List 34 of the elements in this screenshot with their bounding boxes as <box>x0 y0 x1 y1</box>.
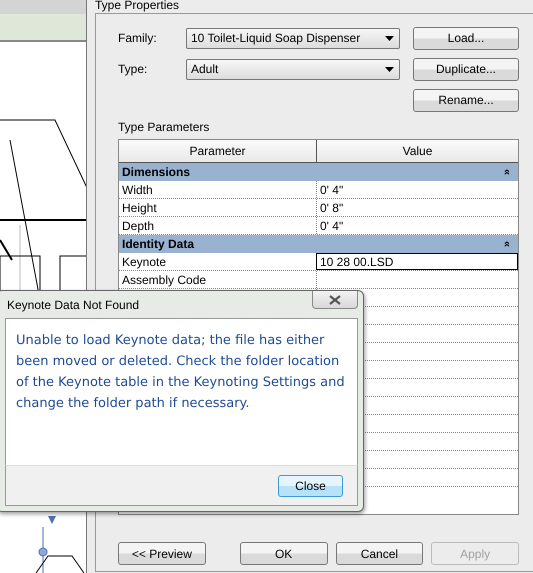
value-cell[interactable]: 10 28 00.LSD <box>316 253 518 270</box>
collapse-icon: « <box>500 240 513 248</box>
rename-button[interactable]: Rename... <box>413 88 519 112</box>
caret-icon <box>385 36 394 40</box>
section-label: Type Parameters <box>118 120 210 134</box>
window-title: Type Properties <box>94 0 180 12</box>
caret-icon <box>385 66 394 72</box>
dropdown[interactable]: Adult <box>186 58 400 80</box>
dialog-button[interactable]: Cancel <box>336 542 424 565</box>
field-label: Type: <box>118 62 148 76</box>
action-button[interactable]: Load... <box>413 26 519 50</box>
value-cell[interactable]: 0' 4" <box>316 217 518 234</box>
column-header[interactable]: Parameter <box>119 140 317 162</box>
field-label: Family: <box>118 31 158 45</box>
close-button[interactable]: Close <box>278 474 343 496</box>
dialog-button[interactable]: << Preview <box>118 542 206 565</box>
dropdown[interactable]: 10 Toilet-Liquid Soap Dispenser <box>186 28 400 48</box>
action-button[interactable]: Duplicate... <box>413 58 519 80</box>
table-cell-text: Depth <box>121 218 156 234</box>
table-cell-text: Width <box>121 182 154 198</box>
close-icon <box>329 294 341 304</box>
column-header[interactable]: Value <box>317 140 518 162</box>
table-cell-text: Keynote <box>121 254 168 270</box>
dialog-button[interactable]: OK <box>240 542 328 565</box>
group-header[interactable]: Identity Data « <box>119 235 518 253</box>
close-button[interactable] <box>312 291 358 309</box>
dialog-title: Keynote Data Not Found <box>7 298 140 312</box>
collapse-icon: « <box>500 168 513 176</box>
group-header[interactable]: Dimensions « <box>119 163 518 181</box>
value-cell[interactable]: 0' 8" <box>316 199 518 216</box>
table-cell-text: Height <box>121 200 158 216</box>
table-cell-text: Assembly Code <box>121 272 208 288</box>
value-cell[interactable]: 0' 4" <box>316 181 518 198</box>
error-message: Unable to load Keynote data; the file has either been moved or deleted. Check the folder location of the Keynote table in the Keynoting Settings and change the folder path if necessary. <box>16 332 346 413</box>
